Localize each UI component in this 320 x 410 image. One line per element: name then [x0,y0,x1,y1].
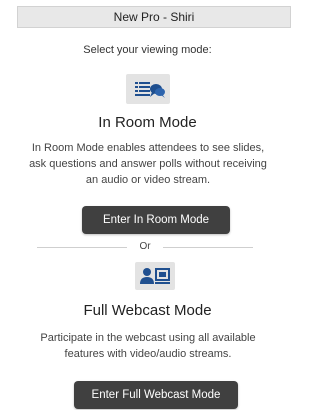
window-title: New Pro - Shiri [113,10,195,24]
or-divider: Or [37,240,253,254]
divider-line-right [163,247,253,248]
presenter-screen-icon [135,262,175,290]
enter-full-webcast-mode-button[interactable]: Enter Full Webcast Mode [74,381,238,409]
in-room-mode-description: In Room Mode enables attendees to see sl… [29,142,267,186]
window-title-bar: New Pro - Shiri [17,6,291,28]
presentation-chat-icon [126,74,170,104]
full-webcast-mode-description: Participate in the webcast using all ava… [40,332,256,360]
viewing-mode-prompt: Select your viewing mode: [83,44,212,56]
full-webcast-mode-title: Full Webcast Mode [83,302,212,319]
enter-in-room-mode-button[interactable]: Enter In Room Mode [82,206,230,234]
in-room-mode-title: In Room Mode [98,114,197,131]
